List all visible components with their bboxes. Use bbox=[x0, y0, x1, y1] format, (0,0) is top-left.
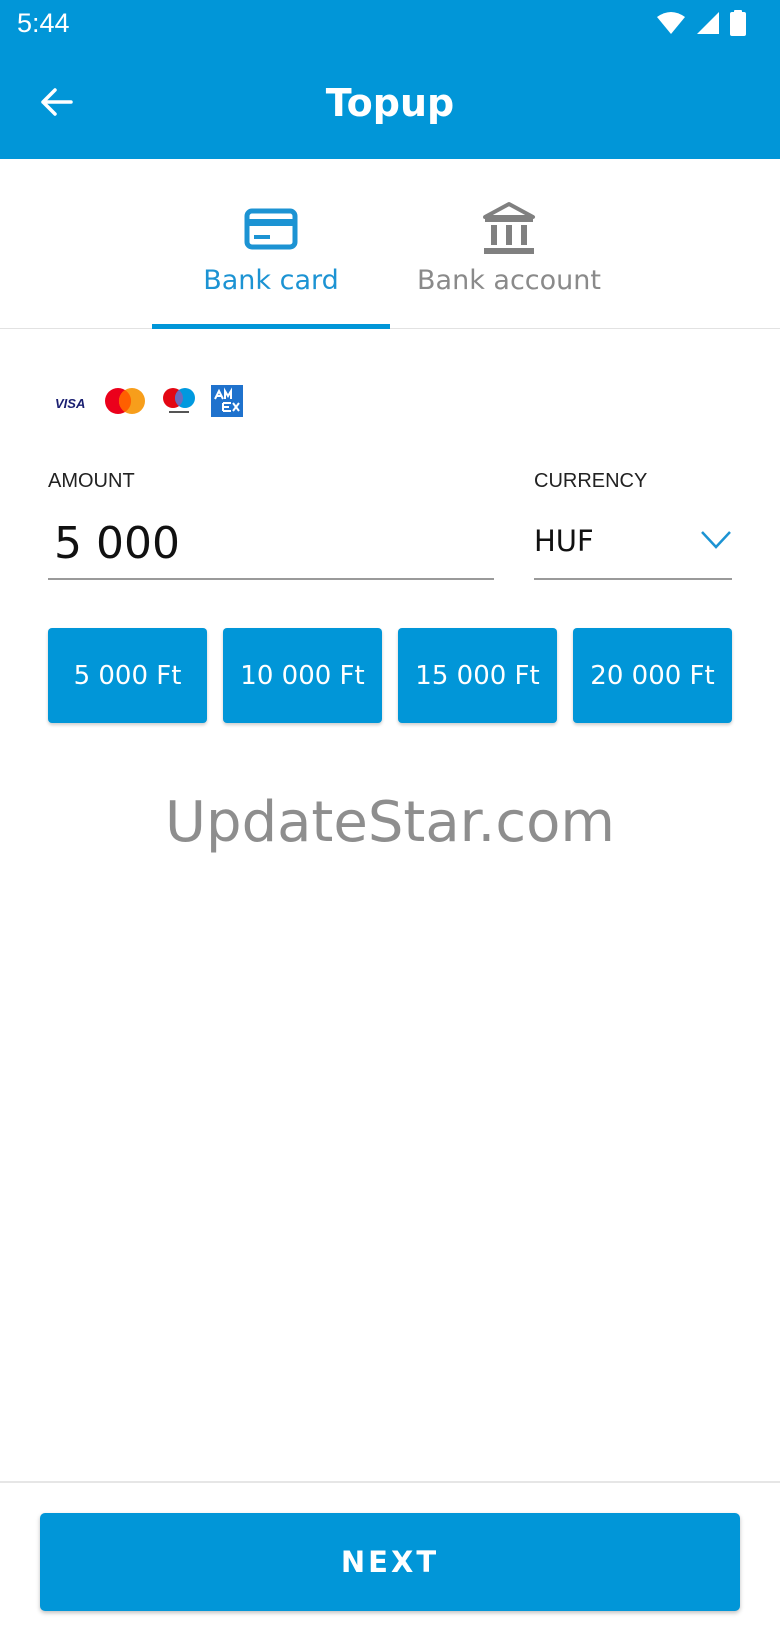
status-icons bbox=[656, 10, 746, 40]
wifi-icon bbox=[656, 11, 686, 39]
maestro-logo bbox=[161, 386, 197, 420]
tab-bank-card-label: Bank card bbox=[203, 265, 339, 296]
credit-card-icon bbox=[241, 203, 301, 255]
app-bar: 5:44 Topup bbox=[0, 0, 780, 159]
quick-amount-5000-button[interactable]: 5 000 Ft bbox=[48, 628, 207, 723]
topup-method-tabs: Bank card Bank account bbox=[0, 159, 780, 329]
status-time: 5:44 bbox=[17, 8, 70, 38]
amex-logo bbox=[211, 385, 243, 421]
bank-building-icon bbox=[479, 202, 539, 255]
next-button[interactable]: NEXT bbox=[40, 1513, 740, 1611]
visa-logo: VISA bbox=[55, 395, 86, 411]
page-title: Topup bbox=[325, 81, 455, 125]
cellular-signal-icon bbox=[696, 11, 720, 39]
tab-selected-indicator bbox=[152, 324, 390, 329]
mastercard-logo bbox=[103, 387, 147, 419]
quick-amount-10000-button[interactable]: 10 000 Ft bbox=[223, 628, 382, 723]
chevron-down-icon bbox=[700, 530, 732, 554]
amount-label: AMOUNT bbox=[48, 470, 135, 492]
tab-bank-card[interactable]: Bank card bbox=[152, 159, 390, 329]
currency-dropdown[interactable]: HUF bbox=[534, 508, 732, 580]
quick-amount-20000-button[interactable]: 20 000 Ft bbox=[573, 628, 732, 723]
battery-icon bbox=[730, 10, 746, 40]
watermark-text: UpdateStar.com bbox=[165, 790, 615, 855]
card-brand-logos: VISA bbox=[55, 385, 243, 421]
currency-label: CURRENCY bbox=[534, 470, 648, 492]
amount-input[interactable] bbox=[48, 508, 494, 580]
currency-value: HUF bbox=[534, 524, 594, 558]
tab-bank-account[interactable]: Bank account bbox=[390, 159, 628, 329]
topup-screen: 5:44 Topup Bank card Bank account VISA A… bbox=[0, 0, 780, 1642]
bottom-divider bbox=[0, 1481, 780, 1483]
tab-bank-account-label: Bank account bbox=[417, 265, 601, 296]
quick-amount-15000-button[interactable]: 15 000 Ft bbox=[398, 628, 557, 723]
